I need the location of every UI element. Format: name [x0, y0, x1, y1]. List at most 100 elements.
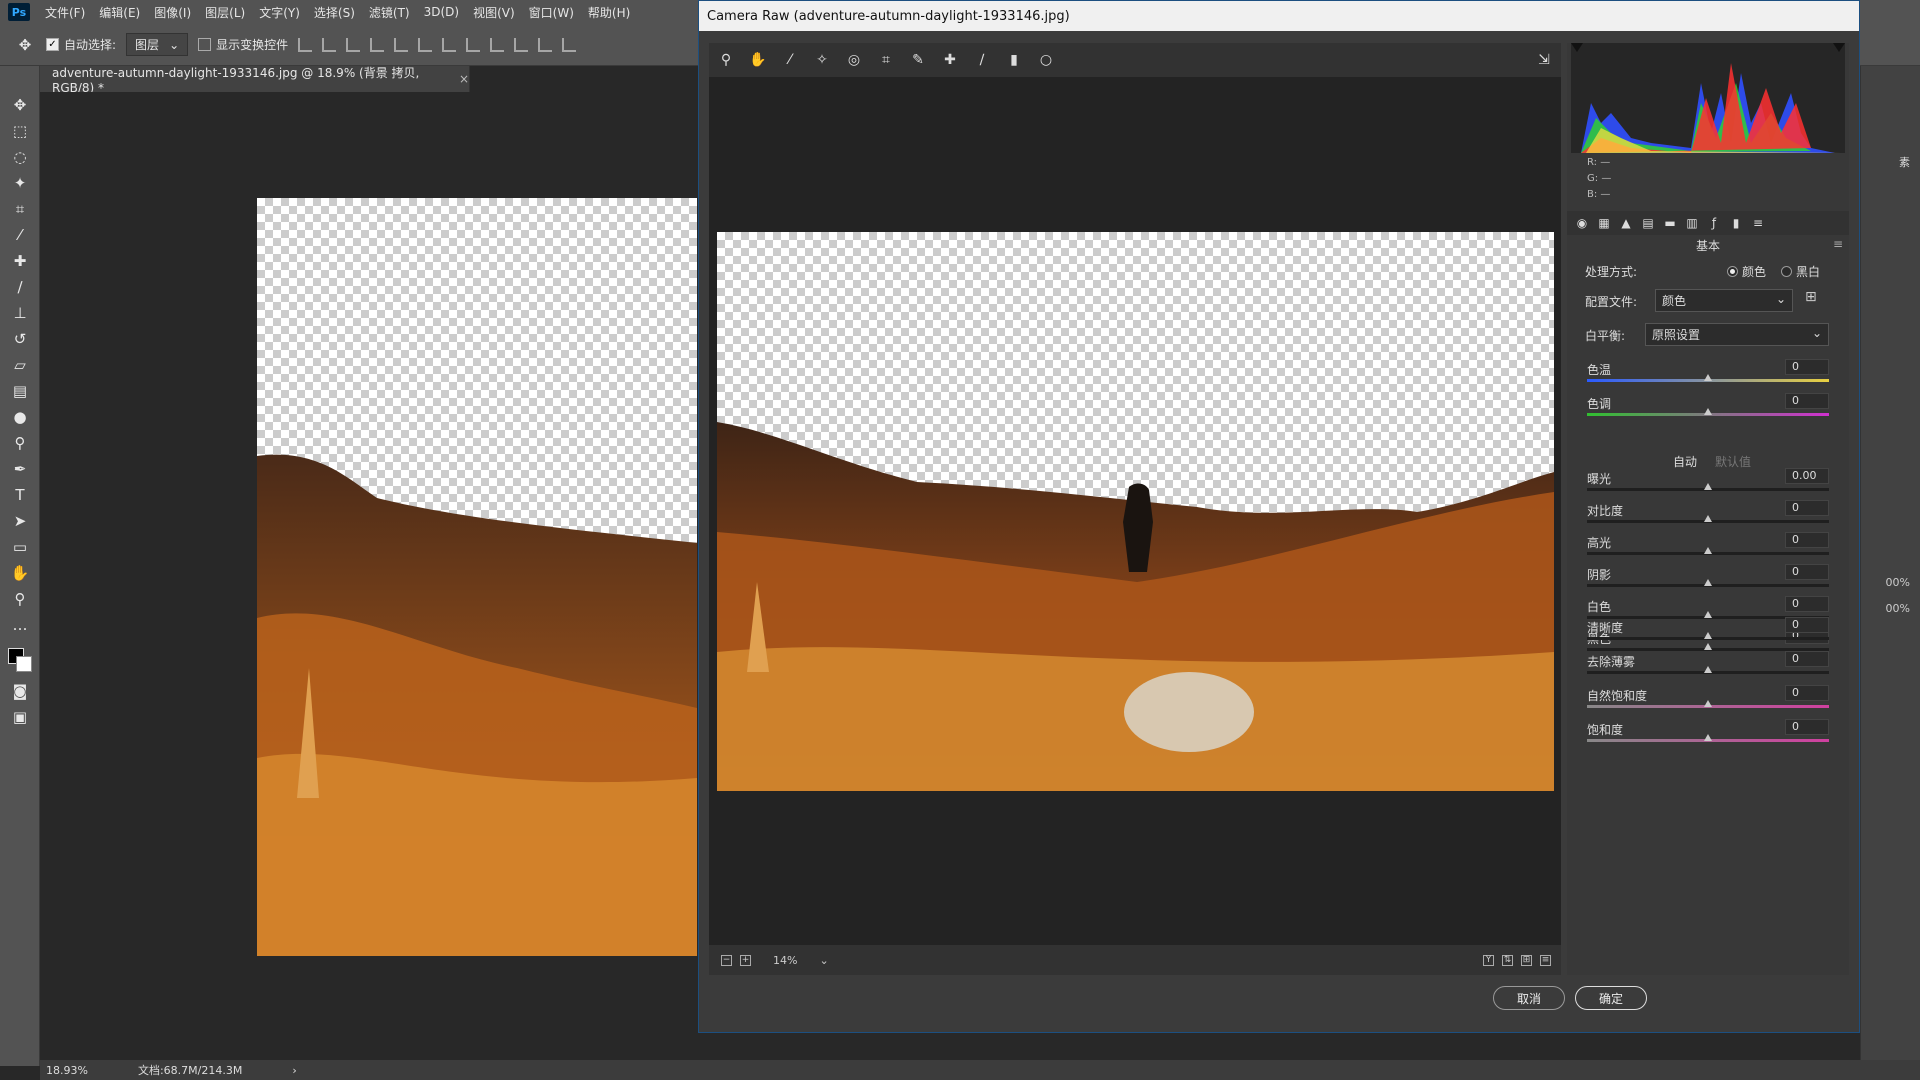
slider-value-input[interactable]: 0: [1785, 719, 1829, 735]
slider-thumb[interactable]: [1704, 374, 1712, 381]
menu-filter[interactable]: 滤镜(T): [362, 4, 417, 21]
marquee-icon[interactable]: ⬚: [0, 118, 40, 144]
white-balance-dropdown[interactable]: 原照设置 ⌄: [1645, 323, 1829, 346]
auto-select-dropdown[interactable]: 图层 ⌄: [126, 33, 189, 56]
ok-button[interactable]: 确定: [1575, 986, 1647, 1010]
hand-icon[interactable]: ✋: [749, 51, 767, 69]
eraser-icon[interactable]: ▱: [0, 352, 40, 378]
gradient-icon[interactable]: ▤: [0, 378, 40, 404]
distribute-vcenter-icon[interactable]: [466, 37, 481, 52]
slider-thumb[interactable]: [1704, 408, 1712, 415]
slider-thumb[interactable]: [1704, 515, 1712, 522]
cancel-button[interactable]: 取消: [1493, 986, 1565, 1010]
hand-icon[interactable]: ✋: [0, 560, 40, 586]
slider-thumb[interactable]: [1704, 483, 1712, 490]
profile-browser-icon[interactable]: ⊞: [1805, 289, 1817, 305]
hsl-tab-icon[interactable]: ▤: [1641, 216, 1655, 230]
slider-thumb[interactable]: [1704, 579, 1712, 586]
close-icon[interactable]: ×: [459, 72, 469, 86]
menu-layer[interactable]: 图层(L): [198, 4, 252, 21]
crop-icon[interactable]: ⌗: [877, 51, 895, 69]
auto-button[interactable]: 自动: [1673, 453, 1697, 470]
align-hcenter-icon[interactable]: [394, 37, 409, 52]
slider-value-input[interactable]: 0.00: [1785, 468, 1829, 484]
lasso-icon[interactable]: ◌: [0, 144, 40, 170]
menu-view[interactable]: 视图(V): [466, 4, 522, 21]
crop-icon[interactable]: ⌗: [0, 196, 40, 222]
quick-mask-icon[interactable]: ◙: [0, 678, 40, 704]
distribute-bottom-icon[interactable]: [490, 37, 505, 52]
basic-tab-icon[interactable]: ◉: [1575, 216, 1589, 230]
move-tool-icon[interactable]: ✥: [14, 32, 36, 58]
straighten-icon[interactable]: ✎: [909, 51, 927, 69]
slider-value-input[interactable]: 0: [1785, 359, 1829, 375]
adjustment-brush-icon[interactable]: ∕: [973, 51, 991, 69]
panel-menu-icon[interactable]: ≡: [1833, 237, 1843, 251]
profile-dropdown[interactable]: 颜色 ⌄: [1655, 289, 1793, 312]
slider-value-input[interactable]: 0: [1785, 532, 1829, 548]
distribute-right-icon[interactable]: [562, 37, 577, 52]
align-vcenter-icon[interactable]: [322, 37, 337, 52]
zoom-icon[interactable]: ⚲: [717, 51, 735, 69]
before-after-toggle-icon[interactable]: Y: [1483, 954, 1494, 966]
slider-value-input[interactable]: 0: [1785, 393, 1829, 409]
screen-mode-icon[interactable]: ▣: [0, 704, 40, 730]
slider-value-input[interactable]: 0: [1785, 651, 1829, 667]
menu-file[interactable]: 文件(F): [38, 4, 92, 21]
slider-thumb[interactable]: [1704, 547, 1712, 554]
type-icon[interactable]: T: [0, 482, 40, 508]
distribute-left-icon[interactable]: [514, 37, 529, 52]
slider-thumb[interactable]: [1704, 700, 1712, 707]
document-tab[interactable]: adventure-autumn-daylight-1933146.jpg @ …: [40, 66, 470, 95]
rectangle-icon[interactable]: ▭: [0, 534, 40, 560]
treatment-bw-radio[interactable]: 黑白: [1781, 263, 1820, 280]
zoom-icon[interactable]: ⚲: [0, 586, 40, 612]
chevron-down-icon[interactable]: ⌄: [819, 954, 828, 967]
white-balance-icon[interactable]: ⁄: [781, 51, 799, 69]
dialog-title-bar[interactable]: Camera Raw (adventure-autumn-daylight-19…: [699, 1, 1859, 31]
chevron-right-icon[interactable]: ›: [292, 1064, 296, 1077]
zoom-level[interactable]: 14%: [773, 954, 797, 967]
split-toning-tab-icon[interactable]: ▬: [1663, 216, 1677, 230]
menu-image[interactable]: 图像(I): [147, 4, 198, 21]
opacity-value[interactable]: 00%: [1886, 576, 1910, 589]
lens-tab-icon[interactable]: ▥: [1685, 216, 1699, 230]
slider-value-input[interactable]: 0: [1785, 617, 1829, 633]
menu-edit[interactable]: 编辑(E): [92, 4, 147, 21]
fill-value[interactable]: 00%: [1886, 602, 1910, 615]
color-swatches[interactable]: [0, 638, 39, 678]
healing-brush-icon[interactable]: ✚: [0, 248, 40, 274]
pen-icon[interactable]: ✒: [0, 456, 40, 482]
history-brush-icon[interactable]: ↺: [0, 326, 40, 352]
brush-icon[interactable]: ∕: [0, 274, 40, 300]
path-select-icon[interactable]: ➤: [0, 508, 40, 534]
graduated-filter-icon[interactable]: ▮: [1005, 51, 1023, 69]
align-right-icon[interactable]: [418, 37, 433, 52]
menu-select[interactable]: 选择(S): [307, 4, 362, 21]
color-sampler-icon[interactable]: ✧: [813, 51, 831, 69]
slider-thumb[interactable]: [1704, 666, 1712, 673]
document-canvas-image[interactable]: [257, 198, 697, 956]
slider-value-input[interactable]: 0: [1785, 596, 1829, 612]
default-button[interactable]: 默认值: [1715, 453, 1751, 470]
background-color-icon[interactable]: [16, 656, 32, 672]
align-bottom-icon[interactable]: [346, 37, 361, 52]
spot-removal-icon[interactable]: ✚: [941, 51, 959, 69]
tone-curve-tab-icon[interactable]: ▦: [1597, 216, 1611, 230]
radial-filter-icon[interactable]: ○: [1037, 51, 1055, 69]
distribute-top-icon[interactable]: [442, 37, 457, 52]
camera-raw-preview-image[interactable]: [717, 232, 1554, 791]
slider-thumb[interactable]: [1704, 734, 1712, 741]
calibration-tab-icon[interactable]: ▮: [1729, 216, 1743, 230]
show-transform-checkbox[interactable]: 显示变换控件: [198, 36, 288, 53]
targeted-adjust-icon[interactable]: ◎: [845, 51, 863, 69]
blur-icon[interactable]: ●: [0, 404, 40, 430]
presets-tab-icon[interactable]: ≡: [1751, 216, 1765, 230]
copy-settings-icon[interactable]: ⊞: [1521, 954, 1532, 966]
treatment-color-radio[interactable]: 颜色: [1727, 263, 1766, 280]
zoom-in-icon[interactable]: +: [740, 954, 751, 966]
slider-thumb[interactable]: [1704, 611, 1712, 618]
align-left-icon[interactable]: [370, 37, 385, 52]
slider-value-input[interactable]: 0: [1785, 500, 1829, 516]
menu-window[interactable]: 窗口(W): [522, 4, 581, 21]
